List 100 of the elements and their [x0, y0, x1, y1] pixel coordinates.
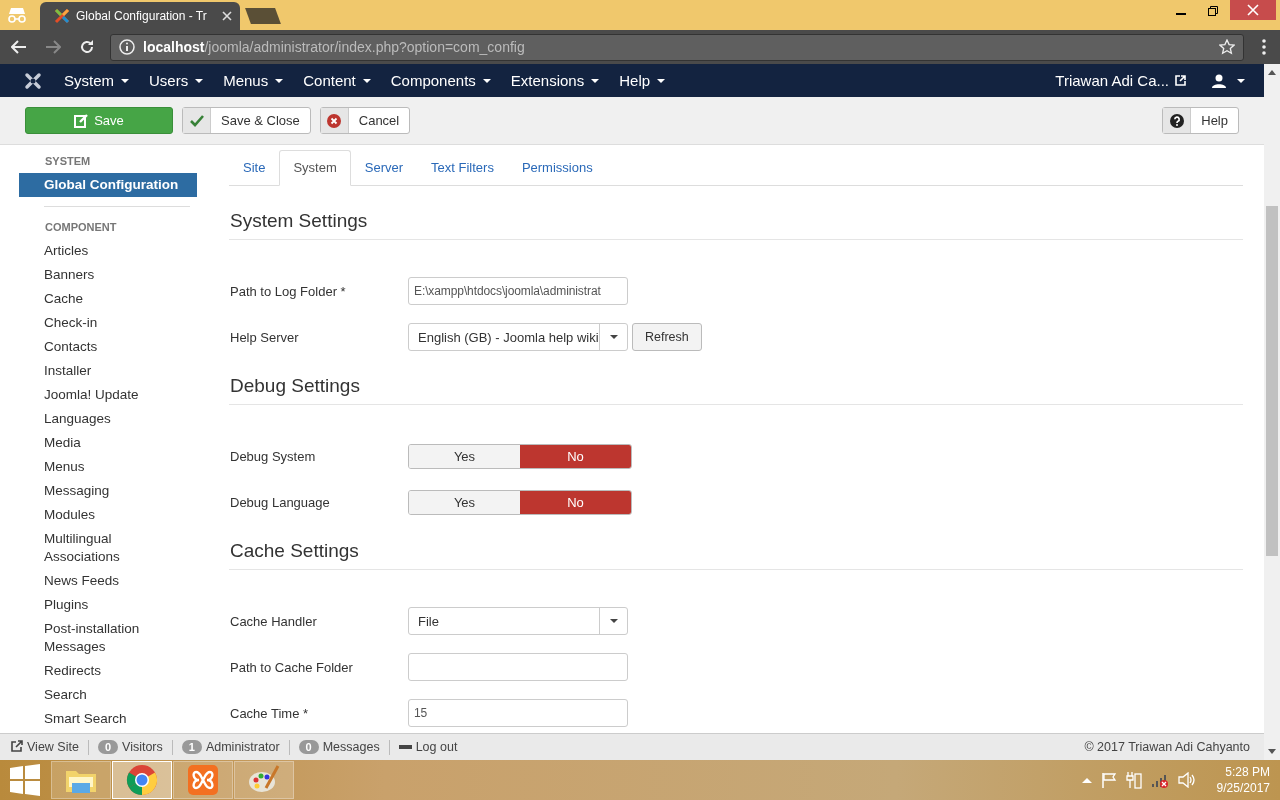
caret-icon [590, 77, 601, 84]
nav-menu[interactable]: Components [390, 72, 492, 89]
tab[interactable]: Site [229, 150, 280, 186]
nav-menu[interactable]: Menus [223, 72, 285, 89]
address-bar[interactable]: localhost/joomla/administrator/index.php?option=com_config [110, 33, 1244, 61]
sidebar-item[interactable]: Post-installation Messages [19, 617, 197, 659]
close-icon [1247, 4, 1259, 16]
tab[interactable]: Server [350, 150, 418, 186]
xampp-icon [187, 764, 219, 796]
tab[interactable]: System [279, 150, 351, 186]
copyright-text: © 2017 Triawan Adi Cahyanto [1084, 740, 1250, 754]
sidebar-heading: COMPONENT [44, 221, 118, 235]
caret-icon [274, 77, 285, 84]
section-heading: Cache Settings [229, 540, 1243, 570]
minus-icon [398, 745, 412, 749]
speaker-icon[interactable] [1177, 772, 1196, 788]
sidebar-item[interactable]: Redirects [19, 659, 197, 683]
count-badge: 1 [181, 740, 202, 754]
sidebar-item[interactable]: News Feeds [19, 569, 197, 593]
joomla-logo-icon[interactable] [24, 71, 42, 90]
tab-title: Global Configuration - Tr [76, 9, 208, 23]
status-label: Administrator [205, 740, 280, 754]
site-link[interactable]: Triawan Adi Ca... [1055, 72, 1169, 89]
caret-icon [120, 77, 130, 84]
nav-menu[interactable]: Extensions [510, 72, 601, 89]
sidebar-item[interactable]: Articles [19, 239, 197, 263]
view-site-link[interactable]: View Site [27, 740, 79, 754]
field-label: Cache Handler [229, 613, 318, 629]
sidebar-item[interactable]: Media [19, 431, 197, 455]
logout-link[interactable]: Log out [415, 740, 458, 754]
toggle-option[interactable]: Yes [409, 490, 520, 514]
browser-tab[interactable]: Global Configuration - Tr [40, 2, 240, 30]
refresh-button[interactable]: Refresh [632, 323, 702, 351]
input-field[interactable] [408, 653, 628, 681]
close-window-button[interactable] [1230, 0, 1276, 20]
field-label: Path to Cache Folder [229, 659, 354, 675]
taskbar-app[interactable] [173, 761, 233, 799]
toggle-option[interactable]: Yes [409, 444, 520, 468]
sidebar-item[interactable]: Menus [19, 455, 197, 479]
network-disconnected-icon[interactable] [1150, 772, 1169, 788]
scroll-down-arrow-icon[interactable] [1267, 748, 1277, 756]
dropdown[interactable]: File [408, 607, 628, 635]
caret-icon [608, 618, 619, 624]
new-tab-button[interactable] [245, 8, 281, 24]
external-link-icon [1175, 75, 1186, 86]
nav-menu[interactable]: Help [619, 72, 667, 89]
sidebar-item[interactable]: Installer [19, 359, 197, 383]
help-button[interactable]: Help [1162, 107, 1239, 134]
nav-menu[interactable]: System [64, 72, 130, 89]
sidebar-item[interactable]: Joomla! Update [19, 383, 197, 407]
sidebar-heading: SYSTEM [44, 155, 92, 169]
sidebar-item[interactable]: Messaging [19, 479, 197, 503]
star-icon[interactable] [1219, 39, 1235, 55]
question-icon [1169, 113, 1184, 128]
sidebar-item[interactable]: Contacts [19, 335, 197, 359]
taskbar-app[interactable] [112, 761, 172, 799]
toggle-option[interactable]: No [520, 490, 631, 514]
input-field[interactable]: 15 [408, 699, 628, 727]
field-label: Cache Time * [229, 705, 310, 721]
scroll-up-arrow-icon[interactable] [1267, 68, 1277, 76]
taskbar-app[interactable] [234, 761, 294, 799]
status-label: Visitors [122, 740, 163, 754]
tab[interactable]: Text Filters [417, 150, 508, 186]
count-badge: 0 [97, 740, 118, 754]
sidebar-item[interactable]: Plugins [19, 593, 197, 617]
cancel-button[interactable]: Cancel [319, 107, 411, 134]
nav-menu[interactable]: Content [303, 72, 372, 89]
close-tab-icon[interactable] [222, 11, 232, 21]
sidebar-item[interactable]: Languages [19, 407, 197, 431]
cancel-icon [327, 113, 342, 128]
clock-time: 5:28 PM [1225, 764, 1270, 780]
tab[interactable]: Permissions [507, 150, 607, 186]
sidebar-item[interactable]: Smart Search [19, 707, 197, 731]
input-field[interactable]: E:\xampp\htdocs\joomla\administrat [408, 277, 628, 305]
scrollbar[interactable] [1264, 64, 1280, 760]
sidebar-item[interactable]: Global Configuration [19, 173, 197, 197]
field-label: Path to Log Folder * [229, 283, 347, 299]
url-text: localhost/joomla/administrator/index.php?option=com_config [143, 39, 525, 55]
browser-icon [126, 764, 158, 796]
toggle-option[interactable]: No [520, 444, 631, 468]
dropdown[interactable]: English (GB) - Joomla help wiki [408, 323, 628, 351]
status-label: Messages [322, 740, 380, 754]
sidebar-item[interactable]: Multilingual Associations [19, 527, 197, 569]
joomla-logo-icon [54, 8, 70, 24]
sidebar-item[interactable]: Banners [19, 263, 197, 287]
save-close-button[interactable]: Save & Close [182, 107, 311, 134]
sidebar-item[interactable]: Check-in [19, 311, 197, 335]
field-label: Help Server [229, 329, 300, 345]
section-heading: Debug Settings [229, 375, 1243, 405]
check-icon [189, 114, 204, 127]
info-icon [119, 39, 135, 55]
sidebar-item[interactable]: Modules [19, 503, 197, 527]
user-menu-button[interactable] [1212, 73, 1246, 88]
nav-menu[interactable]: Users [149, 72, 205, 89]
sidebar-item[interactable]: Cache [19, 287, 197, 311]
edit-icon [74, 113, 89, 128]
caret-icon [194, 77, 205, 84]
sidebar-item[interactable]: Search [19, 683, 197, 707]
clock-date: 9/25/2017 [1216, 780, 1270, 796]
caret-icon [1236, 77, 1246, 84]
